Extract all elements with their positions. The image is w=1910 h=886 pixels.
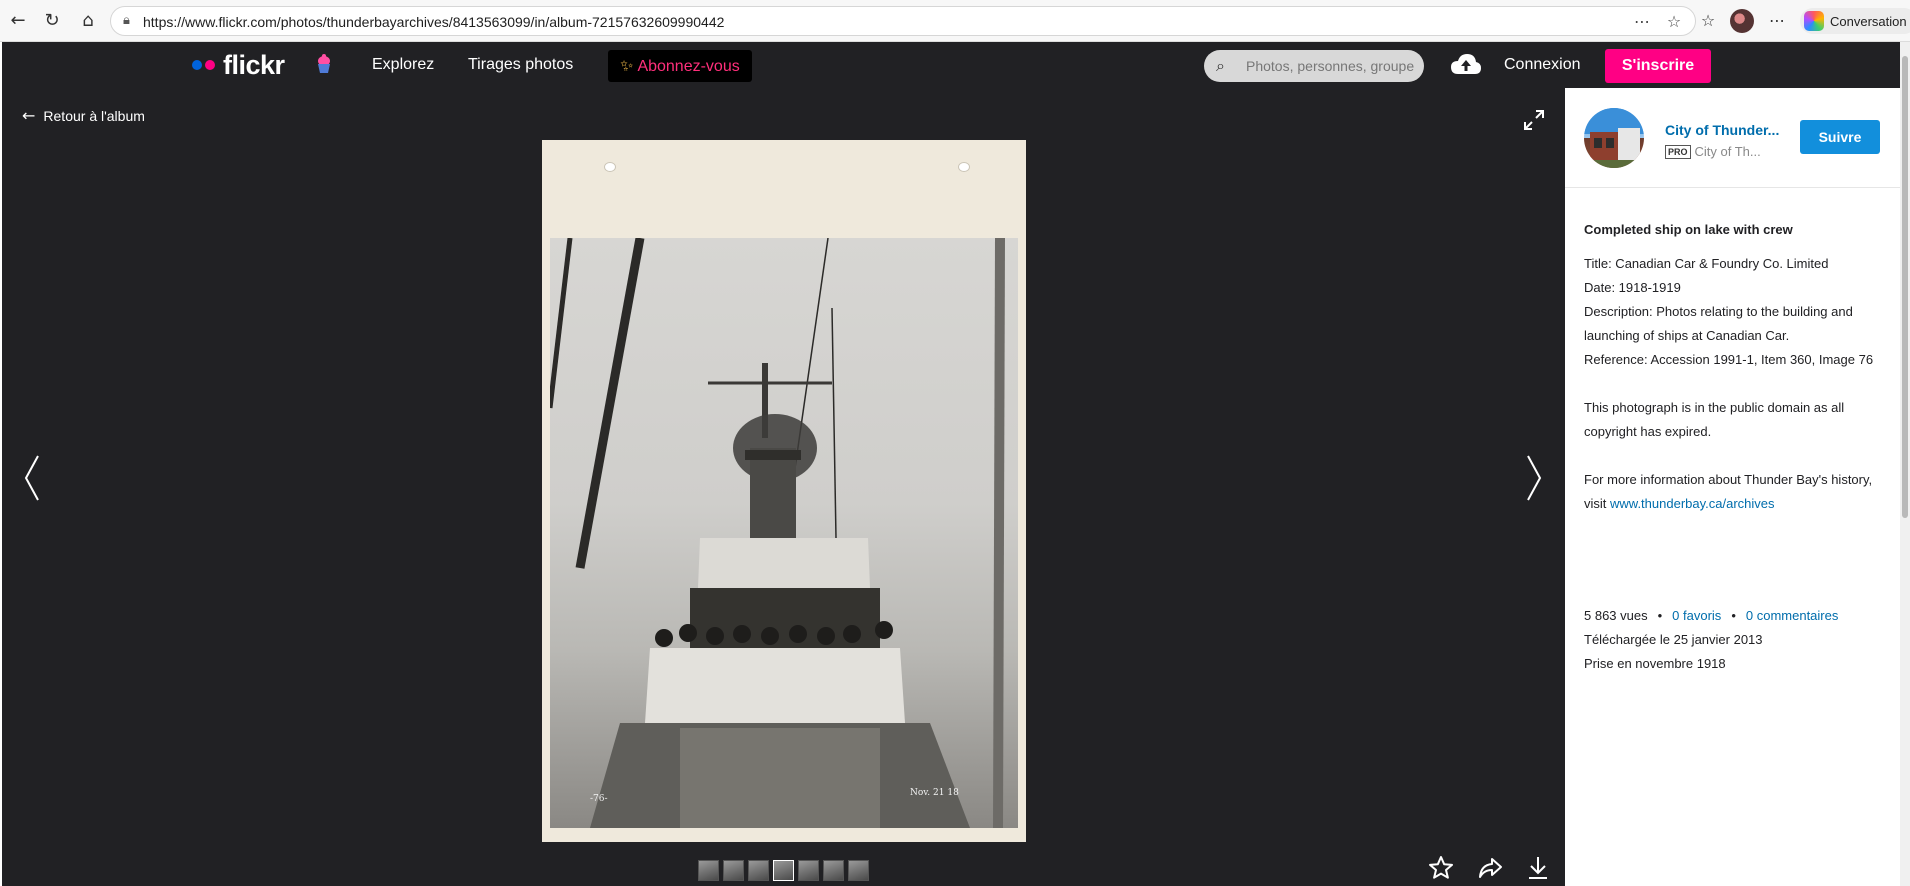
photo-punch-hole — [604, 162, 616, 172]
photo-info-sidebar: City of Thunder... PRO City of Th... Sui… — [1565, 88, 1900, 886]
fullscreen-icon[interactable] — [1522, 108, 1546, 132]
address-bar[interactable]: 🔒︎ https://www.flickr.com/photos/thunder… — [110, 6, 1696, 36]
prints-link[interactable]: Tirages photos — [468, 56, 573, 74]
owner-card: City of Thunder... PRO City of Th... Sui… — [1565, 88, 1900, 188]
copilot-label: Conversation — [1830, 13, 1907, 29]
ship-illustration — [550, 238, 1005, 828]
favorites-link[interactable]: 0 favoris — [1672, 608, 1721, 623]
copilot-button[interactable]: Conversation — [1800, 8, 1910, 34]
uploaded-date: Téléchargée le 25 janvier 2013 — [1584, 632, 1763, 647]
subscribe-button[interactable]: ✨︎ Abonnez-vous — [608, 50, 752, 82]
upload-cloud-icon[interactable] — [1450, 52, 1482, 76]
logo-blue-dot — [192, 60, 202, 70]
explore-link[interactable]: Explorez — [372, 56, 434, 74]
profile-avatar[interactable] — [1730, 9, 1754, 33]
reload-icon[interactable]: ↻ — [40, 9, 64, 33]
description-line: Reference: Accession 1991-1, Item 360, I… — [1584, 352, 1874, 367]
next-photo-arrow-icon[interactable] — [1522, 452, 1546, 504]
photo-description: Completed ship on lake with crew Title: … — [1584, 218, 1884, 516]
flickr-logo[interactable]: flickr — [192, 49, 285, 80]
filmstrip-thumbnail[interactable] — [848, 860, 869, 881]
home-icon[interactable]: ⌂ — [76, 9, 100, 33]
flickr-app: flickr Explorez Tirages photos ✨︎ Abonnez… — [2, 42, 1900, 886]
stats-counts: 5 863 vues • 0 favoris • 0 commentaires — [1584, 604, 1894, 628]
taken-date: Prise en novembre 1918 — [1584, 656, 1726, 671]
reader-mode-icon[interactable]: ⋯ — [1631, 11, 1653, 33]
archives-link[interactable]: www.thunderbay.ca/archives — [1610, 496, 1775, 511]
favorite-star-icon[interactable]: ☆ — [1663, 11, 1685, 33]
previous-photo-arrow-icon[interactable] — [20, 452, 44, 504]
description-line: Description: Photos relating to the buil… — [1584, 304, 1853, 343]
owner-subtitle-text: City of Th... — [1694, 144, 1761, 159]
filmstrip-thumbnail[interactable] — [748, 860, 769, 881]
description-line: Title: Canadian Car & Foundry Co. Limite… — [1584, 256, 1829, 271]
back-to-album-link[interactable]: ← Retour à l'album — [22, 106, 145, 125]
arrow-left-icon: ← — [22, 106, 36, 125]
comments-link[interactable]: 0 commentaires — [1746, 608, 1838, 623]
cupcake-icon[interactable] — [316, 53, 332, 75]
search-icon: ⌕ — [1216, 56, 1225, 75]
subscribe-label: Abonnez-vous — [637, 58, 740, 75]
page-scrollbar[interactable] — [1900, 42, 1910, 886]
logo-text: flickr — [223, 49, 285, 80]
copilot-icon — [1804, 11, 1824, 31]
filmstrip-thumbnail[interactable] — [823, 860, 844, 881]
download-icon[interactable] — [1524, 854, 1552, 882]
signup-button[interactable]: S'inscrire — [1605, 49, 1711, 83]
top-navigation: flickr Explorez Tirages photos ✨︎ Abonnez… — [2, 42, 1900, 88]
pro-badge: PRO — [1665, 144, 1691, 159]
owner-name-link[interactable]: City of Thunder... — [1665, 122, 1779, 138]
views-count: 5 863 vues — [1584, 608, 1648, 623]
favorite-star-icon[interactable] — [1427, 854, 1455, 882]
filmstrip-thumbnail[interactable] — [798, 860, 819, 881]
follow-button[interactable]: Suivre — [1800, 120, 1880, 154]
share-icon[interactable] — [1476, 854, 1504, 882]
login-link[interactable]: Connexion — [1504, 56, 1581, 74]
back-icon[interactable]: ← — [6, 9, 30, 33]
main-photo[interactable]: -76- Nov. 21 18 — [542, 140, 1026, 842]
building-avatar-illustration — [1584, 108, 1644, 168]
photo-stats: 5 863 vues • 0 favoris • 0 commentaires Télé… — [1584, 604, 1894, 676]
photo-date-label: Nov. 21 18 — [910, 788, 959, 798]
scrollbar-thumb[interactable] — [1902, 56, 1908, 518]
filmstrip-thumbnail[interactable] — [723, 860, 744, 881]
filmstrip — [698, 860, 869, 882]
favorites-icon[interactable]: ☆ — [1696, 9, 1720, 33]
search-input[interactable] — [1246, 56, 1414, 76]
more-options-icon[interactable]: ⋯ — [1765, 9, 1789, 33]
owner-subtitle: PRO City of Th... — [1665, 144, 1761, 159]
separator-dot: • — [1731, 608, 1736, 623]
back-to-album-label: Retour à l'album — [43, 107, 145, 124]
sparkle-icon: ✨︎ — [620, 56, 634, 75]
site-info-icon[interactable]: 🔒︎ — [123, 13, 130, 28]
photo-number-label: -76- — [590, 794, 608, 804]
address-url[interactable]: https://www.flickr.com/photos/thunderbay… — [143, 14, 724, 30]
separator-dot: • — [1657, 608, 1663, 623]
description-line: Date: 1918-1919 — [1584, 280, 1681, 295]
photo-title: Completed ship on lake with crew — [1584, 222, 1793, 237]
browser-toolbar: ← ↻ ⌂ 🔒︎ https://www.flickr.com/photos/t… — [0, 0, 1910, 42]
logo-pink-dot — [205, 60, 215, 70]
owner-avatar[interactable] — [1584, 108, 1644, 168]
ship-photograph: -76- Nov. 21 18 — [550, 238, 1018, 828]
filmstrip-thumbnail-current[interactable] — [773, 860, 794, 881]
more-info-note: For more information about Thunder Bay's… — [1584, 468, 1884, 516]
search-box[interactable]: ⌕ — [1204, 50, 1424, 82]
public-domain-note: This photograph is in the public domain … — [1584, 400, 1845, 439]
filmstrip-thumbnail[interactable] — [698, 860, 719, 881]
photo-punch-hole — [958, 162, 970, 172]
